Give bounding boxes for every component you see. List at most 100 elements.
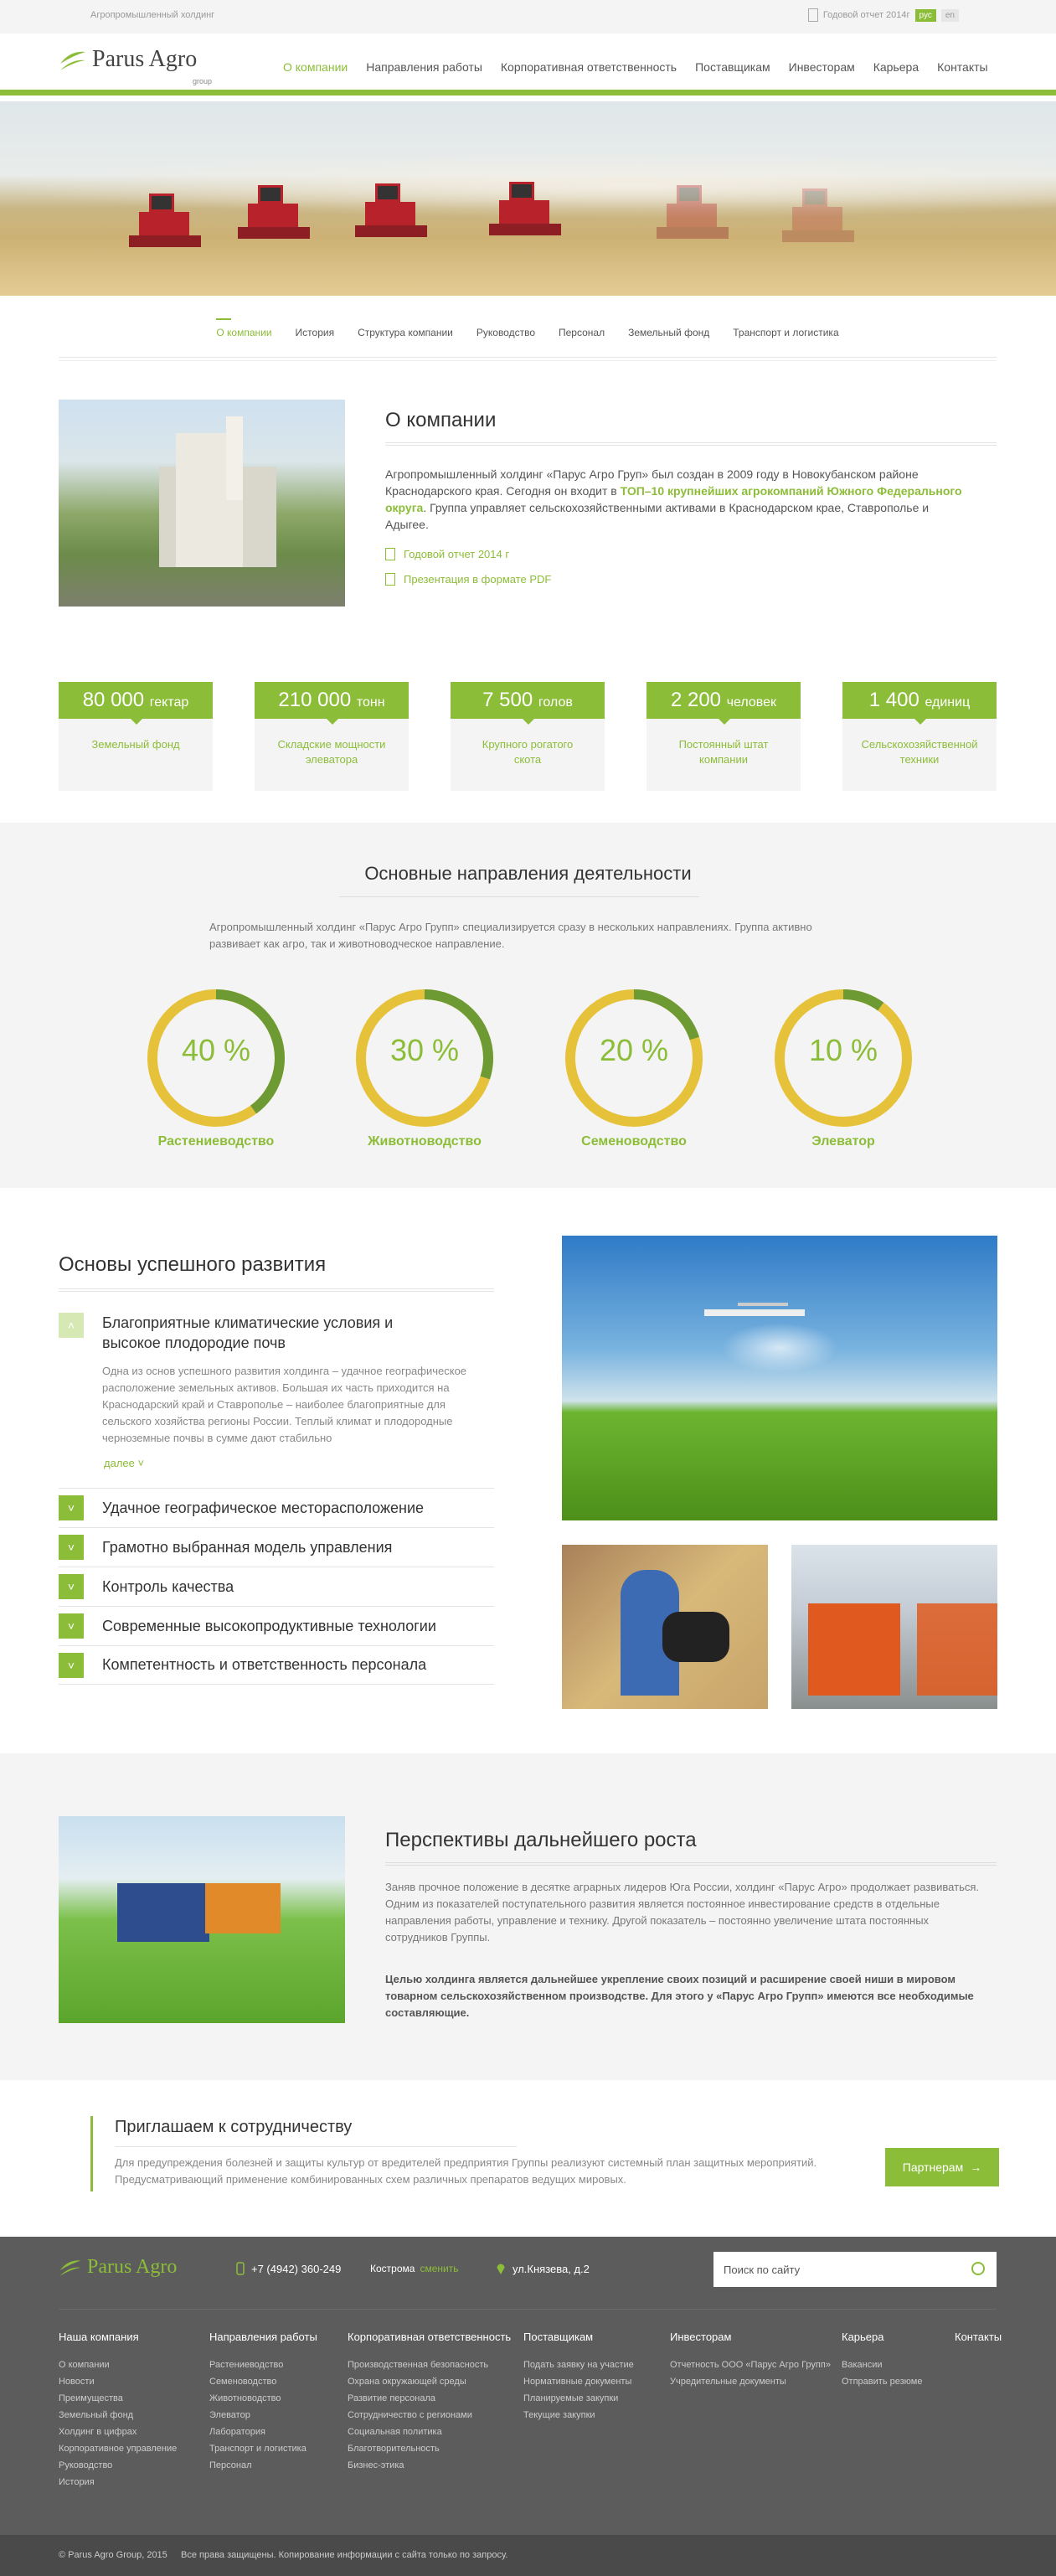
- menu-item-responsibility[interactable]: Корпоративная ответственность: [501, 60, 677, 74]
- stat-caption: Сельскохозяйственной техники: [861, 738, 978, 766]
- donut-value: 10 %: [808, 1033, 878, 1067]
- footer-link[interactable]: История: [59, 2474, 177, 2491]
- donut-label: Элеватор: [811, 1134, 875, 1149]
- footer-link[interactable]: Вакансии: [842, 2357, 922, 2373]
- footer-logo[interactable]: Parus Agro: [59, 2255, 177, 2279]
- chevron-down-icon: ˅: [59, 1652, 84, 1678]
- footer-link[interactable]: Земельный фонд: [59, 2407, 177, 2424]
- farmer-with-calf-photo: [562, 1545, 768, 1709]
- footer-column-title[interactable]: Инвесторам: [670, 2331, 831, 2343]
- footer-column-title[interactable]: Поставщикам: [523, 2331, 634, 2343]
- subnav-logistics[interactable]: Транспорт и логистика: [733, 314, 838, 357]
- footer-link[interactable]: Благотворительность: [348, 2440, 511, 2457]
- footer-link[interactable]: Холдинг в цифрах: [59, 2424, 177, 2440]
- menu-item-contacts[interactable]: Контакты: [937, 60, 987, 74]
- footer-link[interactable]: Корпоративное управление: [59, 2440, 177, 2457]
- annual-report-link[interactable]: Годовой отчет 2014 г: [385, 548, 509, 560]
- footer-link[interactable]: Подать заявку на участие: [523, 2357, 634, 2373]
- footer-column: Наша компания О компании Новости Преимущест…: [59, 2331, 177, 2491]
- footer-link[interactable]: Семеноводство: [209, 2373, 317, 2390]
- hero-image-combines: [0, 101, 1056, 296]
- footer-phone[interactable]: +7 (4942) 360-249: [236, 2262, 341, 2275]
- footer-column-title[interactable]: Контакты: [955, 2331, 1002, 2343]
- stat-unit: человек: [726, 695, 777, 710]
- footer-link[interactable]: Производственная безопасность: [348, 2357, 511, 2373]
- accordion-item[interactable]: ˅ Компетентность и ответственность персо…: [59, 1645, 494, 1685]
- leaf-logo-icon: [59, 2260, 81, 2276]
- footer-column: Контакты: [955, 2331, 1002, 2357]
- subnav-history[interactable]: История: [296, 314, 335, 357]
- footer-link[interactable]: Текущие закупки: [523, 2407, 634, 2424]
- footer-link[interactable]: Растениеводство: [209, 2357, 317, 2373]
- menu-item-directions[interactable]: Направления работы: [366, 60, 482, 74]
- accordion-item[interactable]: ˅ Контроль качества: [59, 1567, 494, 1606]
- footer-link[interactable]: Отчетность ООО «Парус Агро Групп»: [670, 2357, 831, 2373]
- divider: [385, 442, 997, 446]
- footer-link[interactable]: Лаборатория: [209, 2424, 317, 2440]
- phone-icon: [236, 2262, 245, 2275]
- footer-link[interactable]: Социальная политика: [348, 2424, 511, 2440]
- subnav-staff[interactable]: Персонал: [559, 314, 605, 357]
- logo-group-text: group: [193, 77, 213, 85]
- footer-link[interactable]: Новости: [59, 2373, 177, 2390]
- annual-report-link[interactable]: Годовой отчет 2014г: [823, 10, 910, 20]
- accordion-label: Грамотно выбранная модель управления: [102, 1538, 393, 1556]
- search-icon[interactable]: [971, 2262, 985, 2275]
- subnav-structure[interactable]: Структура компании: [358, 314, 453, 357]
- search-input[interactable]: Поиск по сайту: [713, 2252, 997, 2287]
- footer-column-title[interactable]: Наша компания: [59, 2331, 177, 2343]
- divider: [59, 1288, 494, 1292]
- leaf-logo-icon: [60, 51, 85, 70]
- footer-link[interactable]: О компании: [59, 2357, 177, 2373]
- stat-number: 210 000: [278, 689, 352, 711]
- accordion-item[interactable]: ˅ Грамотно выбранная модель управления: [59, 1527, 494, 1567]
- menu-item-suppliers[interactable]: Поставщикам: [695, 60, 770, 74]
- menu-item-career[interactable]: Карьера: [873, 60, 919, 74]
- menu-item-about[interactable]: О компании: [283, 60, 348, 74]
- footer-link[interactable]: Транспорт и логистика: [209, 2440, 317, 2457]
- footer-link[interactable]: Руководство: [59, 2457, 177, 2474]
- stat-card: 1 400 единиц Сельскохозяйственной техник…: [842, 682, 997, 791]
- more-link[interactable]: далее ˅: [104, 1457, 144, 1469]
- lang-ru[interactable]: рус: [914, 8, 936, 22]
- presentation-pdf-link[interactable]: Презентация в формате PDF: [385, 573, 551, 586]
- accordion-item[interactable]: ˅ Современные высокопродуктивные техноло…: [59, 1606, 494, 1645]
- city-change-link[interactable]: сменить: [420, 2263, 458, 2274]
- stat-unit: тонн: [356, 695, 385, 710]
- subnav-land[interactable]: Земельный фонд: [628, 314, 709, 357]
- footer-link[interactable]: Сотрудничество с регионами: [348, 2407, 511, 2424]
- footer-link[interactable]: Элеватор: [209, 2407, 317, 2424]
- footer-column-title[interactable]: Направления работы: [209, 2331, 317, 2343]
- footer-column-title[interactable]: Корпоративная ответственность: [348, 2331, 511, 2343]
- divider: [115, 2146, 517, 2147]
- accordion-item[interactable]: ˅ Удачное географическое месторасположен…: [59, 1488, 494, 1527]
- chevron-down-icon: ˅: [59, 1613, 84, 1639]
- footer-link[interactable]: Животноводство: [209, 2390, 317, 2407]
- subnav-about[interactable]: О компании: [216, 314, 272, 357]
- logo[interactable]: Parus Agro group: [59, 45, 212, 85]
- footer-link[interactable]: Развитие персонала: [348, 2390, 511, 2407]
- footer-link[interactable]: Нормативные документы: [523, 2373, 634, 2390]
- accordion-item-open[interactable]: ˄ Благоприятные климатические условия и …: [59, 1313, 494, 1469]
- footer-link[interactable]: Планируемые закупки: [523, 2390, 634, 2407]
- menu-item-investors[interactable]: Инвесторам: [789, 60, 855, 74]
- footer-link[interactable]: Бизнес-этика: [348, 2457, 511, 2474]
- partners-button[interactable]: Партнерам →: [885, 2148, 999, 2186]
- footer-link[interactable]: Учредительные документы: [670, 2373, 831, 2390]
- footer-link[interactable]: Охрана окружающей среды: [348, 2373, 511, 2390]
- donut-chart: 40 % Растениеводство: [145, 987, 287, 1149]
- tractor-photo: [59, 1816, 345, 2023]
- stat-card: 80 000 гектар Земельный фонд: [59, 682, 213, 791]
- rights-text: Все права защищены. Копирование информац…: [181, 2550, 508, 2560]
- chevron-up-icon[interactable]: ˄: [59, 1313, 84, 1338]
- stat-card: 2 200 человек Постоянный штат компании: [646, 682, 801, 791]
- donut-value: 20 %: [599, 1033, 669, 1067]
- donut-value: 40 %: [181, 1033, 251, 1067]
- footer-column: Направления работы Растениеводство Семенов…: [209, 2331, 317, 2474]
- footer-link[interactable]: Преимущества: [59, 2390, 177, 2407]
- footer-link[interactable]: Отправить резюме: [842, 2373, 922, 2390]
- lang-en[interactable]: en: [940, 8, 959, 22]
- footer-link[interactable]: Персонал: [209, 2457, 317, 2474]
- footer-column-title[interactable]: Карьера: [842, 2331, 922, 2343]
- subnav-management[interactable]: Руководство: [476, 314, 535, 357]
